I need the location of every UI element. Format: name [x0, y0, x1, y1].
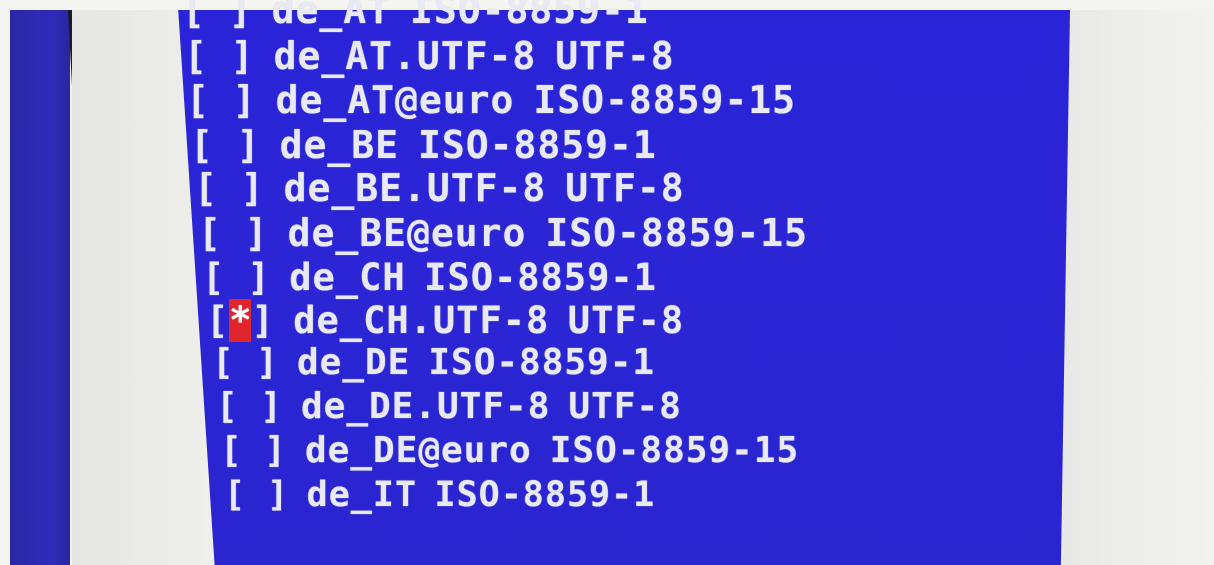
checkbox-empty-mark [225, 256, 247, 299]
locale-checkbox[interactable]: [ ] [194, 166, 265, 210]
locale-checkbox[interactable]: [ ] [198, 211, 269, 255]
checkbox-bracket-open: [ [194, 166, 218, 210]
locale-checkbox[interactable]: [ ] [184, 34, 255, 78]
checkbox-bracket-open: [ [224, 475, 247, 515]
locale-list-item[interactable]: [ ] de_AT ISO-8859-1 [182, 0, 649, 32]
checkbox-checked-mark: * [229, 299, 253, 342]
locale-name: de_CH [289, 256, 406, 299]
locale-name: de_DE.UTF-8 [300, 386, 551, 427]
checkbox-bracket-open: [ [198, 211, 222, 255]
checkbox-bracket-open: [ [206, 299, 230, 342]
checkbox-empty-mark [206, 0, 229, 32]
checkbox-empty-mark [246, 475, 267, 515]
locale-list-item[interactable]: [ ] de_IT ISO-8859-1 [224, 475, 655, 515]
checkbox-bracket-close: ] [247, 256, 271, 299]
locale-list-item[interactable]: [ ] de_BE.UTF-8 UTF-8 [194, 166, 685, 210]
locale-charset: UTF-8 [555, 34, 675, 78]
locale-charset: ISO-8859-1 [424, 256, 657, 299]
checkbox-bracket-close: ] [264, 430, 287, 471]
checkbox-bracket-open: [ [202, 256, 226, 299]
locale-name: de_BE.UTF-8 [283, 166, 547, 210]
locale-name: de_BE [279, 123, 399, 167]
locale-charset: ISO-8859-1 [417, 123, 657, 167]
checkbox-bracket-open: [ [184, 34, 208, 78]
checkbox-bracket-open: [ [212, 342, 235, 383]
locale-name: de_BE@euro [287, 211, 527, 255]
checkbox-empty-mark [210, 78, 233, 122]
checkbox-empty-mark [243, 430, 265, 471]
checkbox-bracket-close: ] [232, 78, 257, 122]
locale-name: de_AT.UTF-8 [273, 34, 537, 78]
checkbox-empty-mark [218, 166, 241, 210]
locale-checkbox[interactable]: [ ] [212, 342, 279, 383]
locale-list-item[interactable]: [ ] de_BE@euro ISO-8859-15 [198, 211, 808, 255]
locale-name: de_IT [306, 475, 418, 515]
locale-charset: ISO-8859-1 [434, 475, 656, 515]
locale-checkbox[interactable]: [ ] [220, 430, 287, 471]
locale-checkbox[interactable]: [*] [206, 299, 275, 342]
photo-of-terminal-screen: [ ] de_AT ISO-8859-1[ ] de_AT.UTF-8 UTF-8[ ]… [0, 0, 1214, 565]
checkbox-bracket-close: ] [236, 123, 261, 167]
checkbox-bracket-close: ] [240, 166, 265, 210]
locale-checkbox[interactable]: [ ] [182, 0, 253, 32]
locale-checkbox[interactable]: [ ] [216, 386, 283, 427]
checkbox-bracket-open: [ [216, 386, 239, 427]
checkbox-bracket-close: ] [230, 34, 255, 78]
checkbox-bracket-close: ] [267, 475, 290, 515]
checkbox-bracket-open: [ [220, 430, 243, 471]
checkbox-bracket-open: [ [186, 78, 210, 122]
locale-charset: ISO-8859-1 [428, 342, 656, 383]
locale-charset: ISO-8859-15 [545, 211, 809, 255]
checkbox-bracket-close: ] [260, 386, 283, 427]
checkbox-bracket-open: [ [190, 123, 214, 167]
checkbox-bracket-close: ] [256, 342, 279, 383]
checkbox-empty-mark [208, 34, 231, 78]
locale-charset: ISO-8859-15 [549, 430, 800, 471]
checkbox-empty-mark [235, 342, 257, 383]
locale-charset: UTF-8 [568, 386, 682, 427]
locale-list-item[interactable]: [*] de_CH.UTF-8 UTF-8 [206, 299, 684, 342]
checkbox-bracket-close: ] [251, 299, 275, 342]
locale-charset: ISO-8859-1 [409, 0, 649, 32]
locale-list-item[interactable]: [ ] de_AT@euro ISO-8859-15 [186, 78, 796, 122]
locale-list-item[interactable]: [ ] de_DE@euro ISO-8859-15 [220, 430, 799, 471]
locale-charset: UTF-8 [565, 166, 685, 210]
locale-checkbox[interactable]: [ ] [202, 256, 271, 299]
checkbox-bracket-close: ] [228, 0, 253, 32]
locale-list-item[interactable]: [ ] de_CH ISO-8859-1 [202, 256, 657, 299]
locale-list-item[interactable]: [ ] de_AT.UTF-8 UTF-8 [184, 34, 675, 78]
checkbox-bracket-close: ] [244, 211, 269, 255]
locale-checkbox[interactable]: [ ] [224, 475, 289, 515]
locale-name: de_AT@euro [275, 78, 515, 122]
checkbox-empty-mark [239, 386, 261, 427]
checkbox-empty-mark [214, 123, 237, 167]
locale-list-item[interactable]: [ ] de_DE.UTF-8 UTF-8 [216, 386, 682, 427]
locale-list-item[interactable]: [ ] de_DE ISO-8859-1 [212, 342, 655, 383]
locale-name: de_CH.UTF-8 [293, 299, 550, 342]
locale-list: [ ] de_AT ISO-8859-1[ ] de_AT.UTF-8 UTF-8[ ]… [0, 0, 1214, 565]
locale-charset: UTF-8 [567, 299, 685, 342]
locale-name: de_DE@euro [304, 430, 532, 471]
locale-name: de_DE [296, 342, 411, 383]
locale-charset: ISO-8859-15 [533, 78, 797, 122]
checkbox-empty-mark [222, 211, 245, 255]
locale-name: de_AT [271, 0, 391, 32]
checkbox-bracket-open: [ [182, 0, 206, 32]
locale-checkbox[interactable]: [ ] [186, 78, 257, 122]
locale-list-item[interactable]: [ ] de_BE ISO-8859-1 [190, 123, 657, 167]
locale-checkbox[interactable]: [ ] [190, 123, 261, 167]
